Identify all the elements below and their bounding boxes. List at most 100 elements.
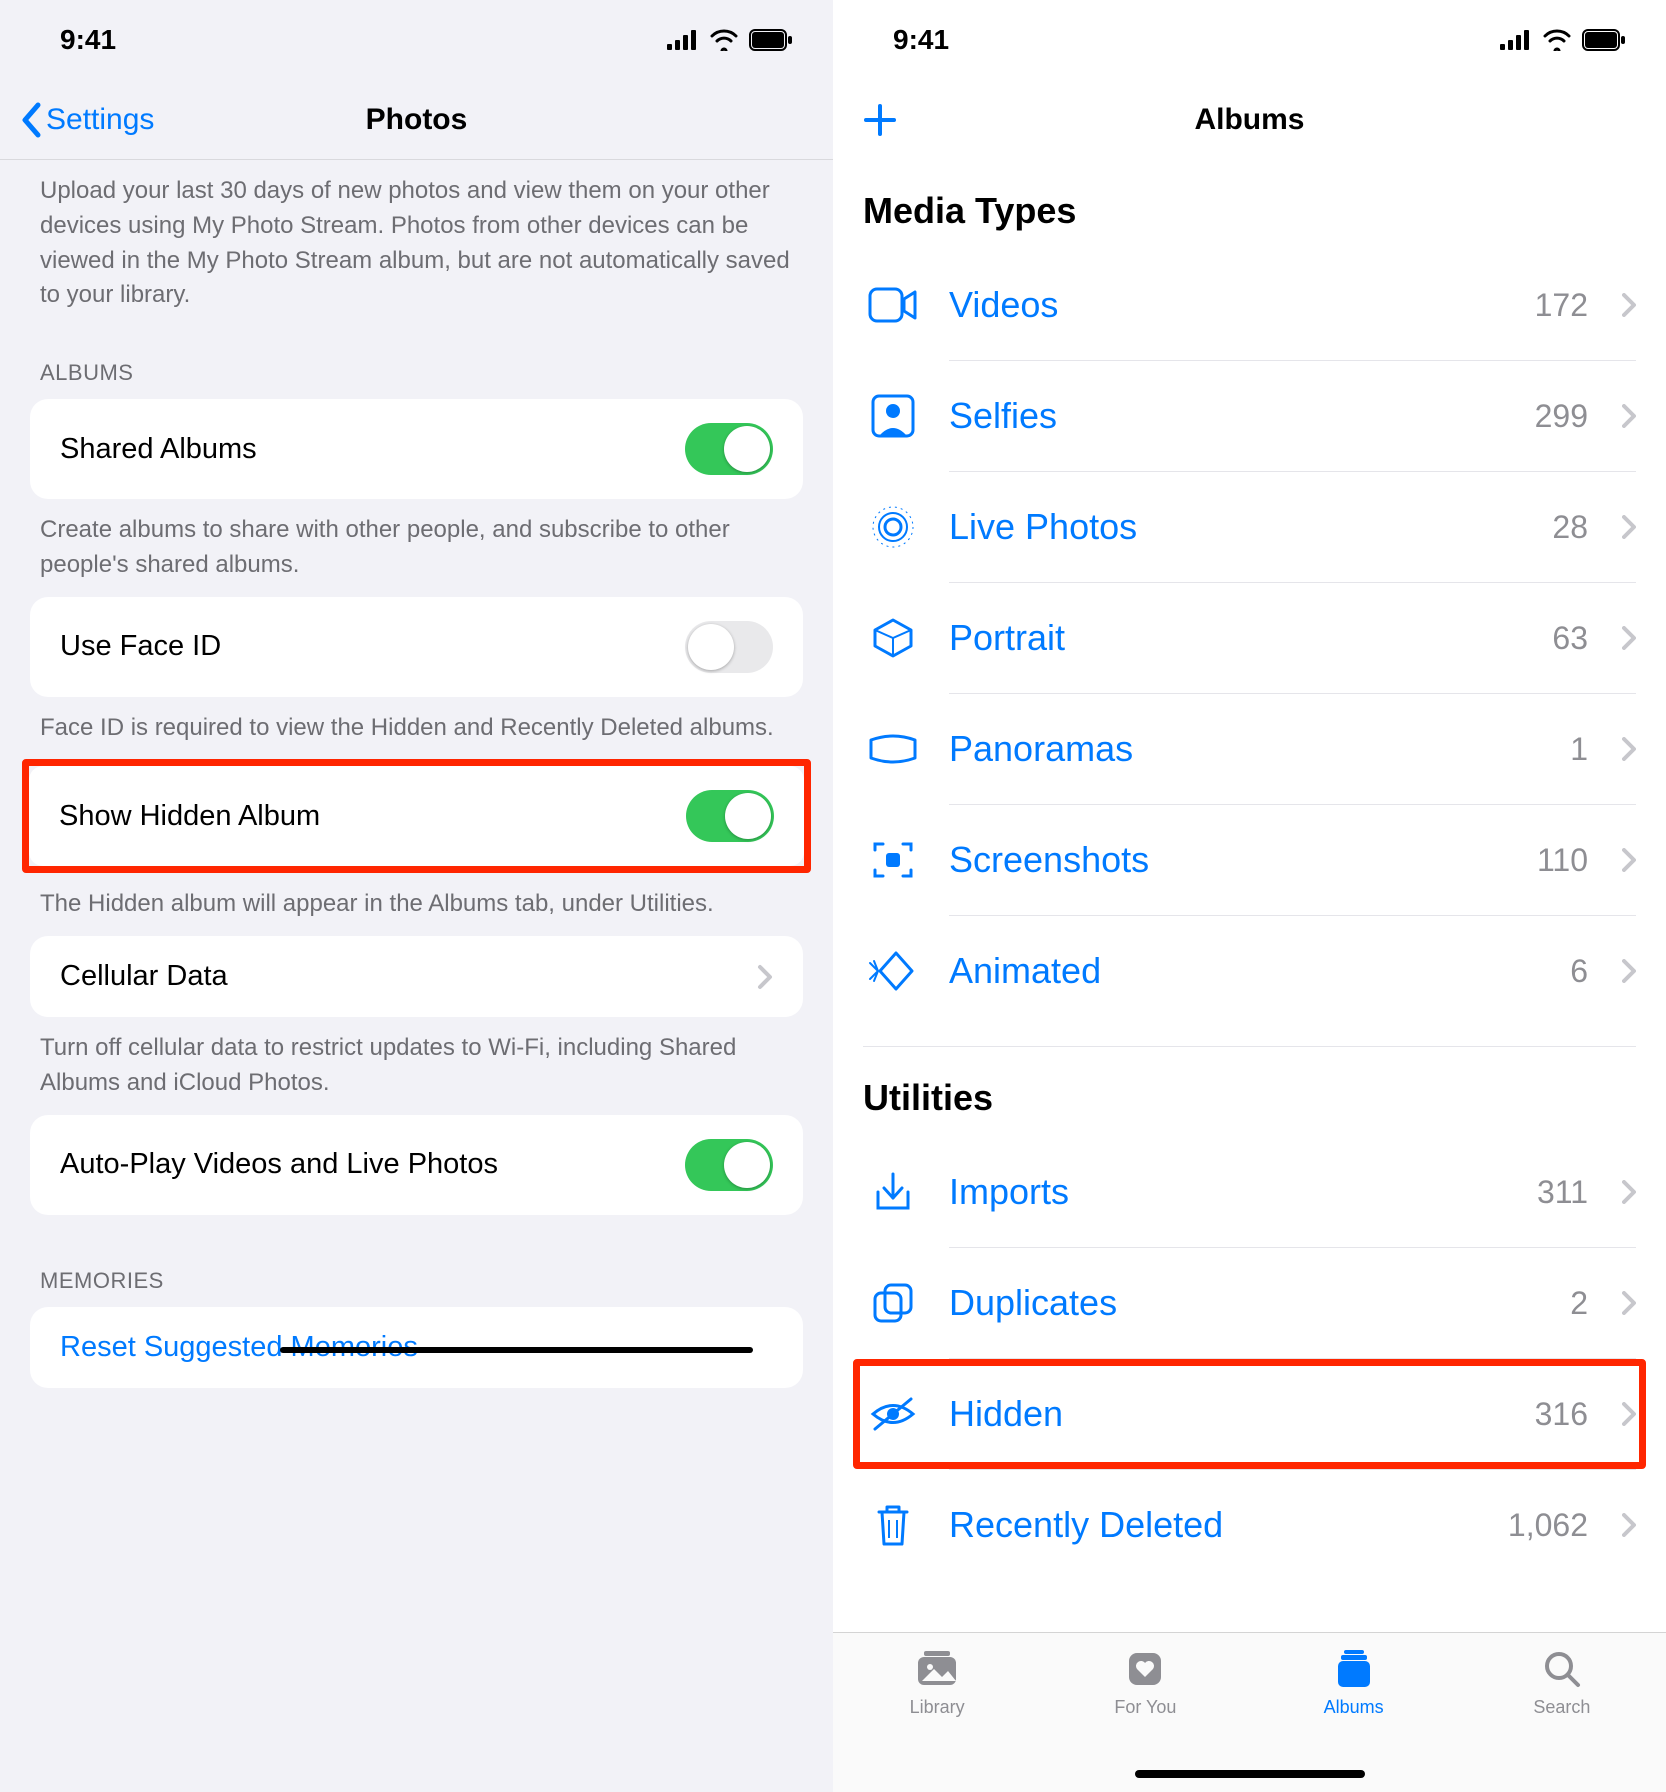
tab-label: Albums bbox=[1324, 1697, 1384, 1718]
home-indicator[interactable] bbox=[1135, 1770, 1365, 1778]
row-label: Animated bbox=[949, 950, 1544, 992]
row-panoramas[interactable]: Panoramas 1 bbox=[863, 694, 1636, 804]
row-label: Screenshots bbox=[949, 839, 1511, 881]
wifi-icon bbox=[1542, 29, 1572, 51]
chevron-right-icon bbox=[757, 964, 773, 990]
chevron-right-icon bbox=[1622, 1402, 1636, 1426]
imports-icon bbox=[863, 1170, 923, 1214]
shared-albums-label: Shared Albums bbox=[60, 433, 257, 466]
battery-icon bbox=[749, 29, 793, 51]
row-recently-deleted[interactable]: Recently Deleted 1,062 bbox=[863, 1470, 1636, 1580]
utilities-header: Utilities bbox=[863, 1047, 1636, 1137]
row-count: 110 bbox=[1537, 842, 1588, 879]
status-bar: 9:41 bbox=[833, 0, 1666, 80]
memories-section-header: Memories bbox=[0, 1215, 833, 1307]
chevron-right-icon bbox=[1622, 515, 1636, 539]
shared-albums-footer: Create albums to share with other people… bbox=[0, 499, 833, 597]
cellular-icon bbox=[667, 30, 699, 50]
cellular-data-cell[interactable]: Cellular Data bbox=[30, 936, 803, 1017]
row-label: Recently Deleted bbox=[949, 1504, 1482, 1546]
show-hidden-toggle[interactable] bbox=[686, 790, 774, 842]
media-types-header: Media Types bbox=[863, 160, 1636, 250]
autoplay-cell[interactable]: Auto-Play Videos and Live Photos bbox=[30, 1115, 803, 1215]
chevron-right-icon bbox=[1622, 848, 1636, 872]
row-count: 63 bbox=[1552, 620, 1588, 657]
cellular-data-label: Cellular Data bbox=[60, 960, 228, 993]
row-label: Selfies bbox=[949, 395, 1509, 437]
live-photos-icon bbox=[863, 504, 923, 550]
selfie-icon bbox=[863, 394, 923, 438]
reset-memories-cell[interactable]: Reset Suggested Memories bbox=[30, 1307, 803, 1388]
row-label: Hidden bbox=[949, 1393, 1509, 1435]
portrait-icon bbox=[863, 616, 923, 660]
cellular-icon bbox=[1500, 30, 1532, 50]
show-hidden-album-cell[interactable]: Show Hidden Album bbox=[29, 766, 804, 866]
row-selfies[interactable]: Selfies 299 bbox=[863, 361, 1636, 471]
status-time: 9:41 bbox=[60, 24, 116, 56]
show-hidden-label: Show Hidden Album bbox=[59, 800, 320, 833]
row-count: 311 bbox=[1537, 1174, 1588, 1211]
tab-label: Search bbox=[1533, 1697, 1590, 1718]
show-hidden-highlight: Show Hidden Album bbox=[22, 759, 811, 873]
row-duplicates[interactable]: Duplicates 2 bbox=[863, 1248, 1636, 1358]
row-count: 28 bbox=[1552, 509, 1588, 546]
row-count: 172 bbox=[1535, 287, 1588, 324]
tab-library[interactable]: Library bbox=[857, 1647, 1017, 1718]
duplicates-icon bbox=[863, 1281, 923, 1325]
status-time: 9:41 bbox=[893, 24, 949, 56]
use-faceid-cell[interactable]: Use Face ID bbox=[30, 597, 803, 697]
tab-foryou[interactable]: For You bbox=[1065, 1647, 1225, 1718]
video-icon bbox=[863, 287, 923, 323]
row-portrait[interactable]: Portrait 63 bbox=[863, 583, 1636, 693]
page-title: Albums bbox=[833, 103, 1666, 137]
nav-bar: Settings Photos bbox=[0, 80, 833, 160]
use-faceid-label: Use Face ID bbox=[60, 630, 221, 663]
row-live-photos[interactable]: Live Photos 28 bbox=[863, 472, 1636, 582]
status-icons bbox=[1500, 29, 1626, 51]
row-hidden[interactable]: Hidden 316 bbox=[863, 1359, 1636, 1469]
nav-bar: Albums bbox=[833, 80, 1666, 160]
row-imports[interactable]: Imports 311 bbox=[863, 1137, 1636, 1247]
photo-stream-footer: Upload your last 30 days of new photos a… bbox=[0, 160, 833, 327]
tab-search[interactable]: Search bbox=[1482, 1647, 1642, 1718]
status-bar: 9:41 bbox=[0, 0, 833, 80]
panorama-icon bbox=[863, 732, 923, 766]
chevron-right-icon bbox=[1622, 404, 1636, 428]
row-count: 6 bbox=[1570, 953, 1588, 990]
plus-icon bbox=[863, 103, 897, 137]
albums-section-header: Albums bbox=[0, 327, 833, 399]
tab-bar: Library For You Albums Search bbox=[833, 1632, 1666, 1792]
row-count: 299 bbox=[1535, 398, 1588, 435]
battery-icon bbox=[1582, 29, 1626, 51]
row-label: Panoramas bbox=[949, 728, 1544, 770]
tab-albums[interactable]: Albums bbox=[1274, 1647, 1434, 1718]
autoplay-toggle[interactable] bbox=[685, 1139, 773, 1191]
tab-label: Library bbox=[910, 1697, 965, 1718]
row-label: Imports bbox=[949, 1171, 1511, 1213]
back-button[interactable]: Settings bbox=[0, 102, 154, 138]
add-button[interactable] bbox=[833, 103, 897, 137]
row-videos[interactable]: Videos 172 bbox=[863, 250, 1636, 360]
chevron-right-icon bbox=[1622, 1180, 1636, 1204]
row-count: 2 bbox=[1570, 1285, 1588, 1322]
chevron-right-icon bbox=[1622, 737, 1636, 761]
screenshot-icon bbox=[863, 838, 923, 882]
row-screenshots[interactable]: Screenshots 110 bbox=[863, 805, 1636, 915]
show-hidden-footer: The Hidden album will appear in the Albu… bbox=[0, 873, 833, 936]
row-animated[interactable]: Animated 6 bbox=[863, 916, 1636, 1026]
row-label: Videos bbox=[949, 284, 1509, 326]
use-faceid-toggle[interactable] bbox=[685, 621, 773, 673]
shared-albums-cell[interactable]: Shared Albums bbox=[30, 399, 803, 499]
cellular-data-footer: Turn off cellular data to restrict updat… bbox=[0, 1017, 833, 1115]
row-label: Live Photos bbox=[949, 506, 1526, 548]
foryou-icon bbox=[1125, 1647, 1165, 1691]
row-label: Duplicates bbox=[949, 1282, 1544, 1324]
chevron-right-icon bbox=[1622, 1291, 1636, 1315]
row-count: 316 bbox=[1535, 1396, 1588, 1433]
autoplay-label: Auto-Play Videos and Live Photos bbox=[60, 1148, 498, 1181]
back-label: Settings bbox=[46, 103, 154, 137]
reset-memories-label: Reset Suggested Memories bbox=[60, 1331, 418, 1364]
shared-albums-toggle[interactable] bbox=[685, 423, 773, 475]
chevron-left-icon bbox=[20, 102, 42, 138]
chevron-right-icon bbox=[1622, 626, 1636, 650]
